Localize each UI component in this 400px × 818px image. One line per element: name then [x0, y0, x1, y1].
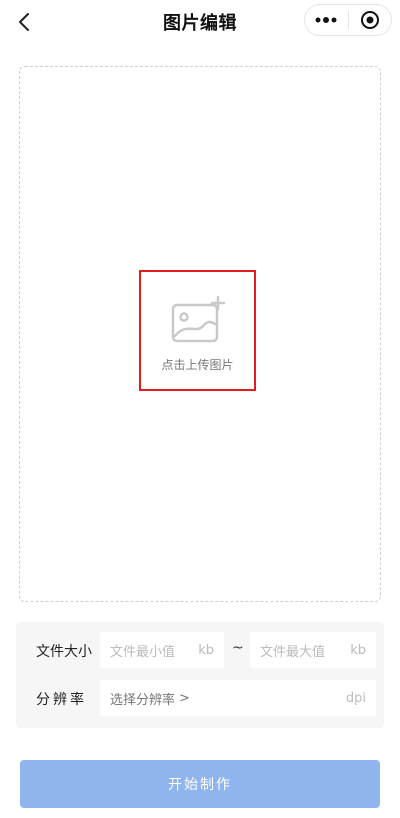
file-size-row: 文件大小 文件最小值 kb ~ 文件最大值 kb — [16, 632, 384, 668]
upload-image-button[interactable]: 点击上传图片 — [139, 270, 256, 391]
min-size-placeholder: 文件最小值 — [110, 644, 176, 660]
min-size-unit: kb — [198, 642, 214, 658]
max-size-unit: kb — [350, 642, 366, 658]
close-miniapp-button[interactable] — [348, 5, 391, 35]
resolution-row: 分辨率 选择分辨率 > dpi — [16, 680, 384, 716]
more-dots-icon — [315, 17, 337, 23]
resolution-select[interactable]: 选择分辨率 > dpi — [100, 680, 376, 716]
max-size-placeholder: 文件最大值 — [260, 644, 326, 660]
upload-label: 点击上传图片 — [161, 358, 234, 372]
resolution-label: 分辨率 — [36, 692, 87, 708]
range-separator: ~ — [232, 640, 244, 656]
image-add-icon — [171, 296, 225, 343]
nav-header: 图片编辑 — [0, 0, 400, 44]
file-size-label: 文件大小 — [36, 644, 92, 660]
target-circle-icon — [360, 11, 379, 29]
min-size-input[interactable]: 文件最小值 kb — [100, 632, 224, 668]
chevron-right-icon: > — [179, 690, 190, 706]
more-button[interactable] — [305, 5, 348, 35]
capsule-menu — [304, 4, 392, 36]
resolution-placeholder: 选择分辨率 — [110, 692, 176, 708]
settings-panel: 文件大小 文件最小值 kb ~ 文件最大值 kb 分辨率 选择分辨率 > dpi — [16, 622, 384, 728]
resolution-unit: dpi — [345, 690, 366, 706]
start-button[interactable]: 开始制作 — [20, 760, 380, 808]
max-size-input[interactable]: 文件最大值 kb — [250, 632, 376, 668]
